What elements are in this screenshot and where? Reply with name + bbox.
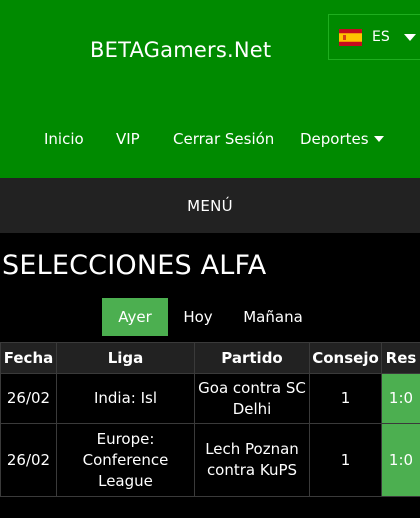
cell-consejo: 1	[309, 373, 382, 424]
spain-flag-icon	[339, 28, 362, 46]
picks-table: Fecha Liga Partido Consejo Res 26/02 Ind…	[0, 342, 420, 497]
tab-hoy[interactable]: Hoy	[174, 298, 222, 336]
cell-liga: India: Isl	[56, 373, 195, 424]
column-header-res: Res	[381, 342, 420, 374]
tab-ayer[interactable]: Ayer	[102, 298, 168, 336]
tab-manana[interactable]: Mañana	[232, 298, 314, 336]
nav-item-inicio[interactable]: Inicio	[44, 130, 84, 148]
table-header-row: Fecha Liga Partido Consejo Res	[0, 342, 420, 374]
language-code: ES	[372, 29, 390, 45]
cell-res: 1:0	[381, 373, 420, 424]
table-row: 26/02 Europe: Conference League Lech Poz…	[0, 423, 420, 497]
menu-toggle[interactable]: MENÚ	[0, 178, 420, 233]
cell-partido: Lech Poznan contra KuPS	[194, 423, 310, 497]
column-header-consejo: Consejo	[309, 342, 382, 374]
column-header-liga: Liga	[56, 342, 195, 374]
cell-fecha: 26/02	[0, 373, 57, 424]
cell-liga: Europe: Conference League	[56, 423, 195, 497]
site-header: BETAGamers.Net ES Inicio VIP Cerrar Sesi…	[0, 0, 420, 178]
site-title[interactable]: BETAGamers.Net	[90, 38, 271, 62]
column-header-fecha: Fecha	[0, 342, 57, 374]
cell-partido: Goa contra SC Delhi	[194, 373, 310, 424]
day-tabs: Ayer Hoy Mañana	[0, 298, 420, 336]
table-row: 26/02 India: Isl Goa contra SC Delhi 1 1…	[0, 373, 420, 424]
main-nav: Inicio VIP Cerrar Sesión Deportes	[0, 130, 420, 150]
nav-item-vip[interactable]: VIP	[116, 130, 140, 148]
cell-consejo: 1	[309, 423, 382, 497]
language-selector[interactable]: ES	[328, 14, 420, 60]
nav-item-cerrar-sesion[interactable]: Cerrar Sesión	[173, 130, 274, 148]
chevron-down-icon	[403, 33, 416, 41]
nav-item-deportes[interactable]: Deportes	[300, 130, 384, 148]
cell-fecha: 26/02	[0, 423, 57, 497]
page-title: SELECCIONES ALFA	[2, 250, 267, 281]
cell-res: 1:0	[381, 423, 420, 497]
column-header-partido: Partido	[194, 342, 310, 374]
nav-item-deportes-label: Deportes	[300, 130, 369, 148]
chevron-down-icon	[373, 135, 384, 142]
